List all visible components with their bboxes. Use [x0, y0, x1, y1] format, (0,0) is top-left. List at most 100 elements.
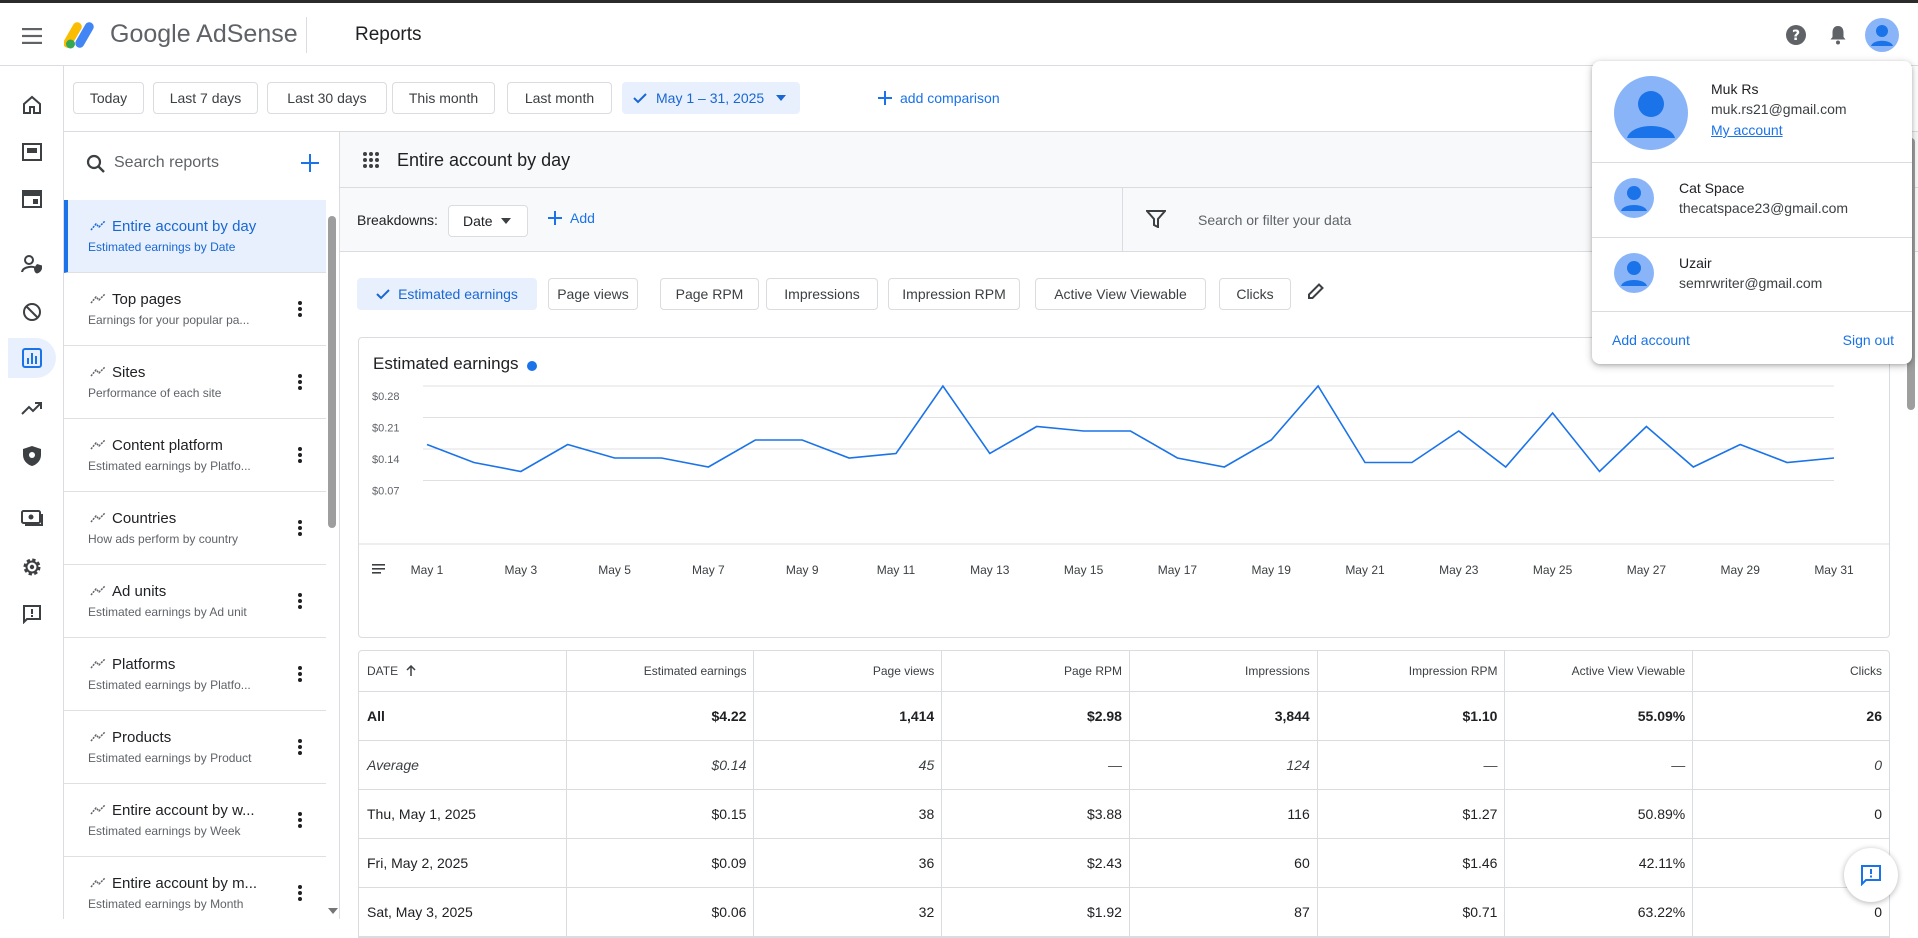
- metric-chip-page-rpm[interactable]: Page RPM: [660, 278, 759, 310]
- date-chip-last-30-days[interactable]: Last 30 days: [267, 82, 387, 114]
- payments-icon: [21, 510, 43, 526]
- filter-input[interactable]: Search or filter your data: [1198, 212, 1351, 228]
- help-button[interactable]: ?: [1780, 19, 1812, 51]
- nav-settings[interactable]: [8, 547, 56, 587]
- nav-blocking[interactable]: [8, 292, 56, 332]
- table-cell: All: [359, 692, 567, 740]
- add-breakdown-button[interactable]: Add: [548, 210, 595, 226]
- column-header[interactable]: Page views: [754, 651, 942, 691]
- check-icon: [633, 92, 647, 104]
- sidebar-scroll-thumb[interactable]: [328, 216, 336, 528]
- report-more-button[interactable]: [288, 443, 312, 467]
- report-trend-icon: [90, 365, 106, 377]
- table-cell: $0.71: [1318, 888, 1506, 936]
- nav-ads[interactable]: [8, 132, 56, 172]
- report-item[interactable]: SitesPerformance of each site: [64, 346, 326, 419]
- nav-home[interactable]: [8, 85, 56, 125]
- bell-icon: [1829, 25, 1847, 45]
- add-comparison-label: add comparison: [900, 90, 1000, 106]
- report-more-button[interactable]: [288, 735, 312, 759]
- account-item-cat-space[interactable]: Cat Space thecatspace23@gmail.com: [1592, 163, 1912, 236]
- add-comparison-button[interactable]: add comparison: [878, 87, 1000, 109]
- report-more-button[interactable]: [288, 662, 312, 686]
- report-item-title: Platforms: [112, 656, 175, 673]
- sign-out-button[interactable]: Sign out: [1843, 332, 1894, 348]
- date-chip-last-month[interactable]: Last month: [507, 82, 612, 114]
- report-trend-icon: [90, 876, 106, 888]
- date-chip-this-month[interactable]: This month: [392, 82, 495, 114]
- table-cell: 32: [754, 888, 942, 936]
- account-name: Cat Space: [1679, 180, 1744, 196]
- report-more-button[interactable]: [288, 808, 312, 832]
- nav-reports[interactable]: [8, 338, 56, 378]
- column-header[interactable]: Clicks: [1693, 651, 1889, 691]
- report-item[interactable]: ProductsEstimated earnings by Product: [64, 711, 326, 784]
- report-item[interactable]: Top pagesEarnings for your popular pa...: [64, 273, 326, 346]
- column-header[interactable]: Impressions: [1130, 651, 1318, 691]
- column-header[interactable]: Impression RPM: [1318, 651, 1506, 691]
- report-more-button[interactable]: [288, 297, 312, 321]
- metric-chip-impression-rpm[interactable]: Impression RPM: [888, 278, 1020, 310]
- column-header[interactable]: Page RPM: [942, 651, 1130, 691]
- report-item[interactable]: PlatformsEstimated earnings by Platfo...: [64, 638, 326, 711]
- more-vert-icon: [298, 520, 302, 536]
- report-trend-icon: [90, 730, 106, 742]
- main-menu-button[interactable]: [14, 17, 52, 55]
- check-icon: [376, 288, 390, 300]
- column-header[interactable]: Active View Viewable: [1505, 651, 1693, 691]
- report-item[interactable]: Ad unitsEstimated earnings by Ad unit: [64, 565, 326, 638]
- y-tick-label: $0.07: [372, 486, 400, 498]
- date-chip-last-7-days[interactable]: Last 7 days: [153, 82, 258, 114]
- metric-chip-clicks[interactable]: Clicks: [1219, 278, 1291, 310]
- report-more-button[interactable]: [288, 370, 312, 394]
- column-header-label: Impression RPM: [1409, 664, 1498, 678]
- my-account-link[interactable]: My account: [1711, 122, 1783, 138]
- nav-policy[interactable]: [8, 436, 56, 476]
- column-header[interactable]: Estimated earnings: [567, 651, 755, 691]
- report-item[interactable]: Entire account by w...Estimated earnings…: [64, 784, 326, 857]
- report-item[interactable]: Entire account by dayEstimated earnings …: [64, 200, 326, 273]
- report-item-subtitle: Estimated earnings by Month: [88, 897, 243, 911]
- report-item[interactable]: Content platformEstimated earnings by Pl…: [64, 419, 326, 492]
- account-name: Uzair: [1679, 255, 1712, 271]
- date-range-selector[interactable]: May 1 – 31, 2025: [622, 82, 800, 114]
- table-cell: Fri, May 2, 2025: [359, 839, 567, 887]
- x-tick-label: May 3: [504, 563, 537, 577]
- report-more-button[interactable]: [288, 589, 312, 613]
- report-item[interactable]: Entire account by m...Estimated earnings…: [64, 857, 326, 919]
- date-chip-today[interactable]: Today: [73, 82, 144, 114]
- column-header-label: Active View Viewable: [1572, 664, 1686, 678]
- report-more-button[interactable]: [288, 516, 312, 540]
- reports-sidebar: Search reports Entire account by dayEsti…: [64, 132, 340, 919]
- table-cell: $1.27: [1318, 790, 1506, 838]
- series-line: [427, 386, 1834, 472]
- nav-sites[interactable]: [8, 179, 56, 219]
- metric-chip-estimated-earnings[interactable]: Estimated earnings: [357, 278, 537, 310]
- account-avatar-button[interactable]: [1864, 17, 1900, 53]
- nav-privacy[interactable]: [8, 244, 56, 284]
- report-item[interactable]: CountriesHow ads perform by country: [64, 492, 326, 565]
- add-account-button[interactable]: Add account: [1612, 332, 1690, 348]
- chart-legend-toggle-icon[interactable]: [372, 564, 385, 574]
- report-search[interactable]: Search reports: [64, 132, 340, 196]
- breakdown-date-dropdown[interactable]: Date: [448, 205, 528, 237]
- edit-metrics-pencil-icon[interactable]: [1307, 282, 1325, 300]
- block-icon: [22, 302, 42, 322]
- account-avatar-icon: [1614, 178, 1654, 218]
- add-breakdown-label: Add: [570, 210, 595, 226]
- metric-chip-impressions[interactable]: Impressions: [766, 278, 878, 310]
- account-item-uzair[interactable]: Uzair semrwriter@gmail.com: [1592, 238, 1912, 311]
- new-report-plus-icon[interactable]: [301, 154, 319, 172]
- metric-chip-active-view-viewable[interactable]: Active View Viewable: [1035, 278, 1206, 310]
- x-tick-label: May 27: [1627, 563, 1667, 577]
- notifications-button[interactable]: [1822, 19, 1854, 51]
- feedback-fab[interactable]: [1844, 848, 1898, 902]
- report-more-button[interactable]: [288, 881, 312, 905]
- metric-chip-page-views[interactable]: Page views: [548, 278, 638, 310]
- nav-optimization[interactable]: [8, 388, 56, 428]
- apps-grid-icon[interactable]: [363, 152, 379, 168]
- column-header[interactable]: DATE: [359, 651, 567, 691]
- nav-feedback[interactable]: [8, 594, 56, 634]
- nav-payments[interactable]: [8, 498, 56, 538]
- scroll-down-arrow-icon[interactable]: [328, 908, 338, 914]
